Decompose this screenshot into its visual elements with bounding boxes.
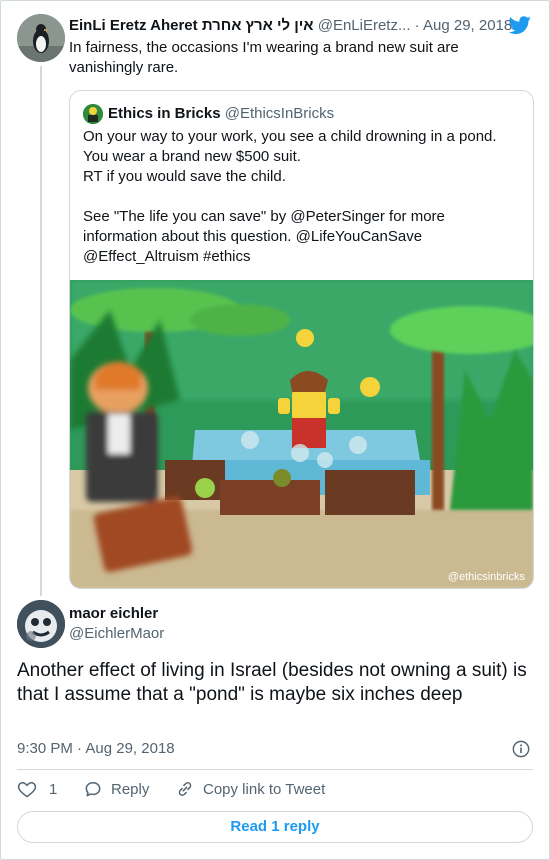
parent-tweet-text: In fairness, the occasions I'm wearing a… xyxy=(69,39,459,76)
info-icon[interactable] xyxy=(512,740,530,758)
copy-link-label: Copy link to Tweet xyxy=(203,780,326,798)
parent-display-name[interactable]: EinLi Eretz Aheret אין לי ארץ אחרת xyxy=(69,17,314,34)
quote-header: Ethics in Bricks @EthicsInBricks xyxy=(108,104,334,124)
divider xyxy=(17,769,533,770)
like-button[interactable]: 1 xyxy=(17,779,57,799)
reply-icon xyxy=(85,782,101,797)
read-replies-button[interactable]: Read 1 reply xyxy=(17,811,533,843)
lego-scene-image[interactable]: @ethicsinbricks xyxy=(70,280,533,588)
separator-dot: · xyxy=(414,17,420,34)
main-display-name[interactable]: maor eichler xyxy=(69,604,158,624)
parent-avatar[interactable] xyxy=(17,14,65,62)
quote-avatar xyxy=(83,104,103,124)
quote-display-name: Ethics in Bricks xyxy=(108,105,221,122)
twitter-bird-icon[interactable] xyxy=(508,14,532,36)
quote-line-blank xyxy=(83,187,523,207)
quote-line: You wear a brand new $500 suit. xyxy=(83,148,301,165)
image-watermark: @ethicsinbricks xyxy=(448,571,526,583)
quote-line: See "The life you can save" by @PeterSin… xyxy=(83,208,445,265)
quote-line: On your way to your work, you see a chil… xyxy=(83,128,497,145)
copy-link-button[interactable]: Copy link to Tweet xyxy=(175,779,325,799)
quote-text: On your way to your work, you see a chil… xyxy=(83,127,523,267)
main-avatar[interactable] xyxy=(17,600,65,648)
heart-icon xyxy=(17,781,37,798)
parent-date[interactable]: Aug 29, 2018 xyxy=(423,17,512,34)
quote-line: RT if you would save the child. xyxy=(83,168,286,185)
quoted-tweet[interactable]: Ethics in Bricks @EthicsInBricks On your… xyxy=(69,90,534,589)
quote-handle: @EthicsInBricks xyxy=(224,105,335,122)
reply-button[interactable]: Reply xyxy=(83,779,149,799)
reply-label: Reply xyxy=(111,780,150,798)
main-handle[interactable]: @EichlerMaor xyxy=(69,624,164,644)
parent-header: EinLi Eretz Aheret אין לי ארץ אחרת @EnLi… xyxy=(69,16,534,36)
tweet-date[interactable]: Aug 29, 2018 xyxy=(85,740,174,757)
separator-dot: · xyxy=(77,740,83,757)
thread-line xyxy=(40,66,42,596)
tweet-time[interactable]: 9:30 PM xyxy=(17,740,73,757)
like-count: 1 xyxy=(49,780,58,798)
parent-handle[interactable]: @EnLiEretz... xyxy=(318,17,411,34)
main-tweet-text: Another effect of living in Israel (besi… xyxy=(17,660,527,705)
link-icon xyxy=(178,782,192,796)
tweet-timestamp[interactable]: 9:30 PM · Aug 29, 2018 xyxy=(17,739,175,759)
